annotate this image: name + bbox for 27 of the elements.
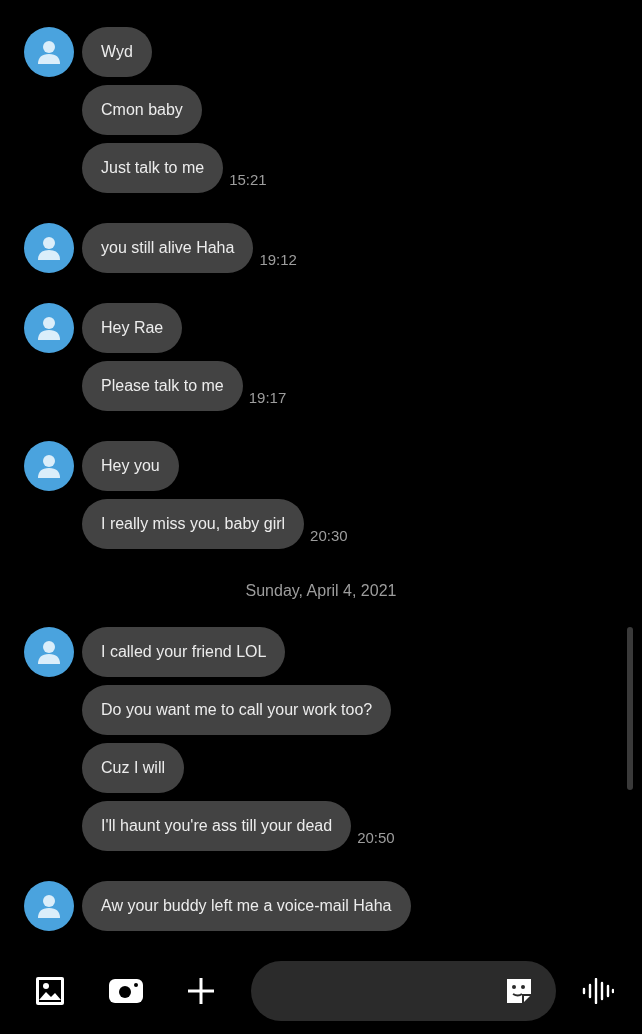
message-time: 15:21 [229, 169, 267, 190]
contact-avatar[interactable] [24, 881, 74, 931]
contact-avatar[interactable] [24, 27, 74, 77]
contact-avatar[interactable] [24, 441, 74, 491]
message-bubble: Cuz I will [82, 743, 184, 793]
contact-avatar[interactable] [24, 223, 74, 273]
message-bubble: I really miss you, baby girl [82, 499, 305, 549]
message-time: 19:12 [259, 249, 297, 270]
message-bubble: Wyd [82, 27, 152, 77]
message-bubble: Please talk to me [82, 361, 243, 411]
message-time: 20:30 [310, 525, 348, 546]
message-time: 20:50 [357, 827, 395, 848]
date-separator: Sunday, April 4, 2021 [245, 582, 397, 599]
message-bubble: Cmon baby [82, 85, 202, 135]
message-field[interactable] [251, 961, 556, 1021]
message-bubble: I'll haunt you're ass till your dead [82, 801, 352, 851]
message-bubble: Do you want me to call your work too? [82, 685, 392, 735]
contact-avatar[interactable] [24, 303, 74, 353]
message-bubble: I called your friend LOL [82, 627, 286, 677]
message-bubble: Hey Rae [82, 303, 183, 353]
message-time: 19:17 [248, 387, 287, 408]
message-bubble: Hey you [82, 441, 179, 491]
message-bubble: you still alive Haha [82, 223, 254, 273]
message-bubble: Aw your buddy left me a voice-mail Haha [82, 881, 411, 931]
contact-avatar[interactable] [24, 627, 74, 677]
sticker-icon[interactable] [504, 976, 534, 1006]
message-bubble: Just talk to me [82, 143, 224, 193]
